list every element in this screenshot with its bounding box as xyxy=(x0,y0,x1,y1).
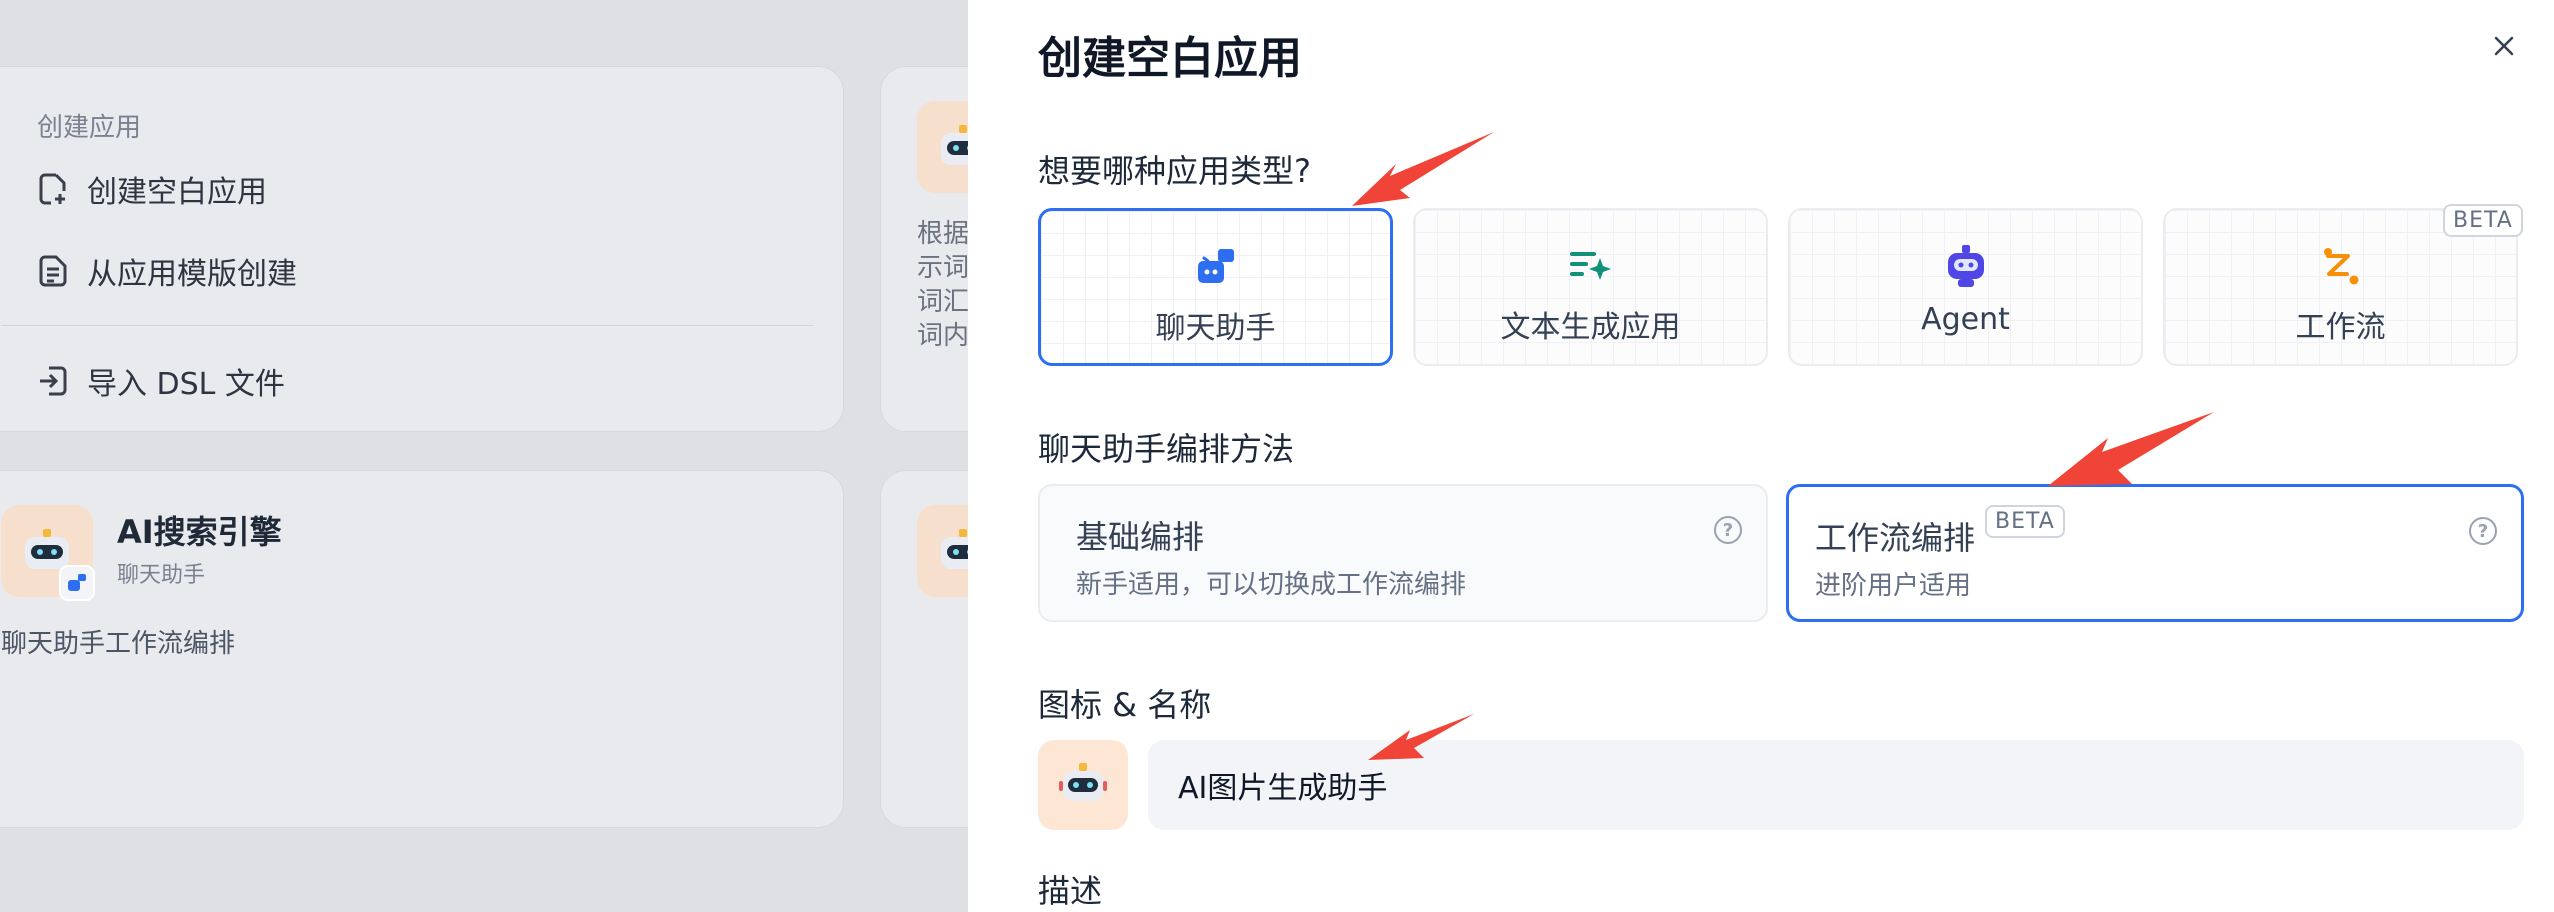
app-icon-picker[interactable] xyxy=(1038,740,1128,830)
create-from-template-link[interactable]: 从应用模版创建 xyxy=(37,249,297,293)
workflow-icon xyxy=(2317,242,2365,290)
create-app-card: 创建应用 创建空白应用 从应用模版创建 导入 DSL 文件 xyxy=(0,66,844,432)
create-app-drawer: 创建空白应用 想要哪种应用类型? 聊天助手 文本生成应用 Agent 工作流 B… xyxy=(968,0,2554,912)
text-generation-icon xyxy=(1567,242,1615,290)
app-type-label: 聊天助手 xyxy=(1155,311,1276,346)
app-type-question: 想要哪种应用类型? xyxy=(1038,152,1311,190)
mode-subtitle: 新手适用，可以切换成工作流编排 xyxy=(1076,570,1467,600)
app-type-selector: 聊天助手 文本生成应用 Agent 工作流 BETA xyxy=(1038,204,2524,366)
app-description: 聊天助手工作流编排 xyxy=(1,629,236,659)
file-template-icon xyxy=(37,254,69,288)
app-type-label: 文本生成应用 xyxy=(1500,310,1681,345)
mode-workflow[interactable]: 工作流编排 BETA 进阶用户适用 ? xyxy=(1786,484,2524,622)
beta-badge: BETA xyxy=(2443,204,2523,237)
import-dsl-label: 导入 DSL 文件 xyxy=(87,367,285,402)
orchestration-question: 聊天助手编排方法 xyxy=(1038,430,1295,468)
app-type-agent[interactable]: Agent xyxy=(1788,208,2143,366)
app-type-text-generation[interactable]: 文本生成应用 xyxy=(1413,208,1768,366)
beta-badge: BETA xyxy=(1985,505,2065,538)
app-name-input[interactable] xyxy=(1148,740,2524,830)
robot-icon xyxy=(1942,242,1990,290)
import-icon xyxy=(37,364,69,398)
app-type-label: 工作流 xyxy=(2295,310,2386,345)
app-type-label: Agent xyxy=(1921,302,2010,337)
app-type: 聊天助手 xyxy=(117,563,206,588)
app-type-workflow[interactable]: 工作流 BETA xyxy=(2163,204,2523,366)
close-button[interactable] xyxy=(2486,30,2522,66)
chat-bot-icon xyxy=(1192,243,1240,291)
divider xyxy=(1,325,813,326)
mode-title: 工作流编排 xyxy=(1815,519,1976,557)
mode-title: 基础编排 xyxy=(1076,518,1205,556)
create-from-template-label: 从应用模版创建 xyxy=(87,257,297,292)
drawer-title: 创建空白应用 xyxy=(1038,33,1302,84)
icon-name-label: 图标 & 名称 xyxy=(1038,686,1212,724)
app-type-chatbot[interactable]: 聊天助手 xyxy=(1038,208,1393,366)
mode-basic[interactable]: 基础编排 新手适用，可以切换成工作流编排 ? xyxy=(1038,484,1768,622)
mode-subtitle: 进阶用户适用 xyxy=(1815,571,1972,601)
create-blank-app-link[interactable]: 创建空白应用 xyxy=(37,167,267,211)
create-app-section-label: 创建应用 xyxy=(37,113,142,143)
close-icon xyxy=(2492,34,2516,62)
robot-avatar-icon xyxy=(1058,759,1108,811)
description-label: 描述 xyxy=(1038,872,1103,910)
file-plus-icon xyxy=(37,172,69,206)
import-dsl-link[interactable]: 导入 DSL 文件 xyxy=(37,359,285,403)
app-card-ai-search[interactable]: AI搜索引擎 聊天助手 聊天助手工作流编排 xyxy=(0,470,844,828)
app-title: AI搜索引擎 xyxy=(117,513,282,551)
help-icon[interactable]: ? xyxy=(2469,517,2497,545)
create-blank-app-label: 创建空白应用 xyxy=(87,175,267,210)
help-icon[interactable]: ? xyxy=(1714,516,1742,544)
chat-bot-icon xyxy=(59,565,95,601)
